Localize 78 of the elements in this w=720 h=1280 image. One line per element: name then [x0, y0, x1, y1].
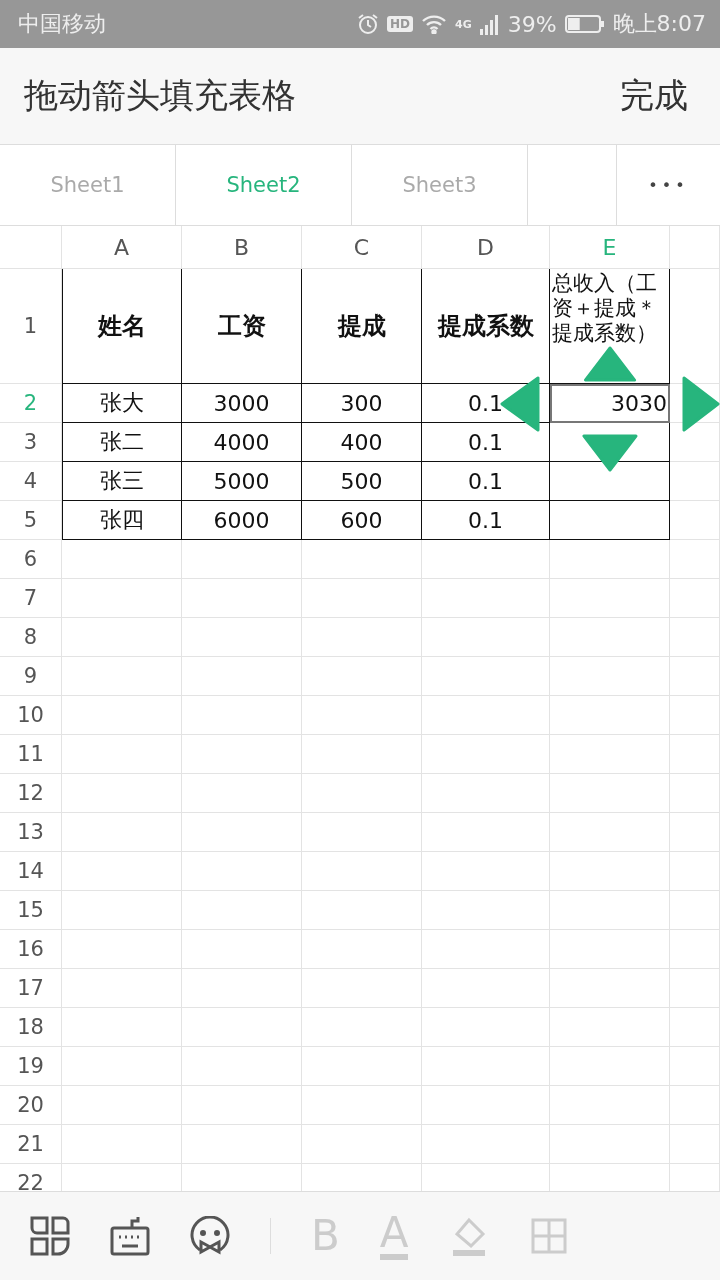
table-cell: 600 [302, 501, 422, 540]
column-header[interactable]: C [302, 226, 422, 269]
row-header[interactable]: 10 [0, 696, 62, 735]
table-cell: 500 [302, 462, 422, 501]
table-cell [670, 852, 720, 891]
up-arrow-icon[interactable] [582, 346, 638, 382]
row-header[interactable]: 21 [0, 1125, 62, 1164]
right-arrow-icon[interactable] [682, 376, 720, 432]
page-title: 拖动箭头填充表格 [24, 74, 296, 117]
column-header[interactable]: A [62, 226, 182, 269]
table-cell [670, 1086, 720, 1125]
table-cell [670, 501, 720, 540]
done-button[interactable]: 完成 [620, 73, 688, 119]
table-cell [670, 735, 720, 774]
keyboard-icon[interactable] [110, 1216, 150, 1256]
battery-percent: 39% [507, 11, 557, 37]
table-cell [670, 540, 720, 579]
table-cell: 3000 [182, 384, 302, 423]
row-header[interactable]: 17 [0, 969, 62, 1008]
table-cell: 400 [302, 423, 422, 462]
table-cell: 提成 [302, 269, 422, 384]
table-cell [670, 813, 720, 852]
table-cell: 0.1 [422, 501, 550, 540]
table-cell [670, 930, 720, 969]
table-cell [670, 774, 720, 813]
row-header[interactable]: 16 [0, 930, 62, 969]
table-cell [670, 696, 720, 735]
table-cell [670, 657, 720, 696]
table-cell [670, 1125, 720, 1164]
table-cell: 300 [302, 384, 422, 423]
table-cell [670, 969, 720, 1008]
wifi-icon [421, 14, 447, 34]
clock-time: 晚上8:07 [612, 10, 706, 38]
face-icon[interactable] [190, 1216, 230, 1256]
table-cell: 5000 [182, 462, 302, 501]
carrier-name: 中国移动 [18, 10, 107, 38]
network-type: 4G [455, 17, 472, 31]
row-header[interactable]: 15 [0, 891, 62, 930]
row-header[interactable]: 6 [0, 540, 62, 579]
table-cell [670, 579, 720, 618]
alarm-icon [357, 13, 379, 35]
table-cell: 6000 [182, 501, 302, 540]
signal-icon [479, 13, 500, 35]
row-header[interactable]: 9 [0, 657, 62, 696]
row-header[interactable]: 20 [0, 1086, 62, 1125]
table-cell [670, 618, 720, 657]
row-header[interactable]: 4 [0, 462, 62, 501]
row-header[interactable]: 5 [0, 501, 62, 540]
table-cell: 张四 [62, 501, 182, 540]
table-cell: 姓名 [62, 269, 182, 384]
table-cell: 工资 [182, 269, 302, 384]
row-header[interactable]: 19 [0, 1047, 62, 1086]
column-header[interactable]: B [182, 226, 302, 269]
table-cell: 张三 [62, 462, 182, 501]
row-header[interactable]: 18 [0, 1008, 62, 1047]
table-cell [670, 891, 720, 930]
column-header[interactable]: D [422, 226, 550, 269]
table-cell: 4000 [182, 423, 302, 462]
row-header[interactable]: 12 [0, 774, 62, 813]
left-arrow-icon[interactable] [500, 376, 540, 432]
row-header[interactable]: 11 [0, 735, 62, 774]
table-cell [670, 1047, 720, 1086]
grid-icon[interactable] [30, 1216, 70, 1256]
battery-icon [564, 14, 605, 34]
row-header[interactable]: 7 [0, 579, 62, 618]
row-header[interactable]: 8 [0, 618, 62, 657]
down-arrow-icon[interactable] [582, 434, 638, 472]
table-cell [670, 1008, 720, 1047]
table-cell [670, 462, 720, 501]
row-header[interactable]: 14 [0, 852, 62, 891]
row-header[interactable]: 1 [0, 269, 62, 384]
row-header[interactable]: 13 [0, 813, 62, 852]
table-cell: 张二 [62, 423, 182, 462]
hd-badge: HD [387, 16, 413, 32]
row-header[interactable]: 3 [0, 423, 62, 462]
table-cell: 0.1 [422, 462, 550, 501]
table-cell: 张大 [62, 384, 182, 423]
table-cell: 3030 [550, 384, 670, 423]
